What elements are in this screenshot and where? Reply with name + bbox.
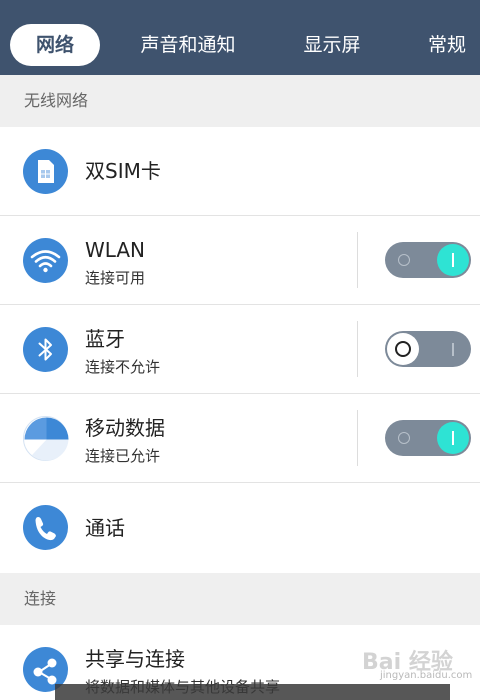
list-item-bluetooth[interactable]: 蓝牙 连接不允许 [0,305,480,394]
mobile-data-icon [23,416,69,461]
vertical-separator [357,321,358,377]
wlan-toggle[interactable] [385,242,471,278]
tab-network[interactable]: 网络 [10,24,100,66]
section-header-connections: 连接 [0,573,480,625]
navigation-bar-overlay [55,684,450,700]
phone-icon [23,505,68,550]
toggle-on-glyph [452,343,454,356]
toggle-off-glyph [398,254,410,266]
calls-label: 通话 [85,516,125,540]
toggle-knob [387,333,419,365]
list-item-mobile-data[interactable]: 移动数据 连接已允许 [0,394,480,483]
settings-screen: 网络 声音和通知 显示屏 常规 无线网络 双SIM卡 WLAN 连接可用 蓝牙 … [0,0,480,700]
vertical-separator [357,410,358,466]
mobile-data-label: 移动数据 [85,416,165,440]
toggle-off-glyph [398,432,410,444]
watermark-url: jingyan.baidu.com [380,670,473,681]
mobile-data-toggle[interactable] [385,420,471,456]
bluetooth-status: 连接不允许 [85,358,161,376]
wlan-status: 连接可用 [85,269,146,287]
tab-general[interactable]: 常规 [408,24,480,66]
toggle-knob [437,422,469,454]
toggle-knob [437,244,469,276]
section-header-wireless: 无线网络 [0,75,480,127]
mobile-data-status: 连接已允许 [85,447,161,465]
sim-card-icon [23,149,68,194]
sharing-label: 共享与连接 [85,647,185,671]
tab-display[interactable]: 显示屏 [282,24,382,66]
list-item-dual-sim[interactable]: 双SIM卡 [0,127,480,216]
tab-sound-notifications[interactable]: 声音和通知 [118,24,258,66]
tab-bar: 网络 声音和通知 显示屏 常规 [0,0,480,75]
list-item-calls[interactable]: 通话 [0,483,480,573]
bluetooth-icon [23,327,68,372]
wifi-icon [23,238,68,283]
bluetooth-label: 蓝牙 [85,327,125,351]
vertical-separator [357,232,358,288]
dual-sim-label: 双SIM卡 [85,159,161,183]
wlan-label: WLAN [85,238,146,262]
list-item-wlan[interactable]: WLAN 连接可用 [0,216,480,305]
bluetooth-toggle[interactable] [385,331,471,367]
